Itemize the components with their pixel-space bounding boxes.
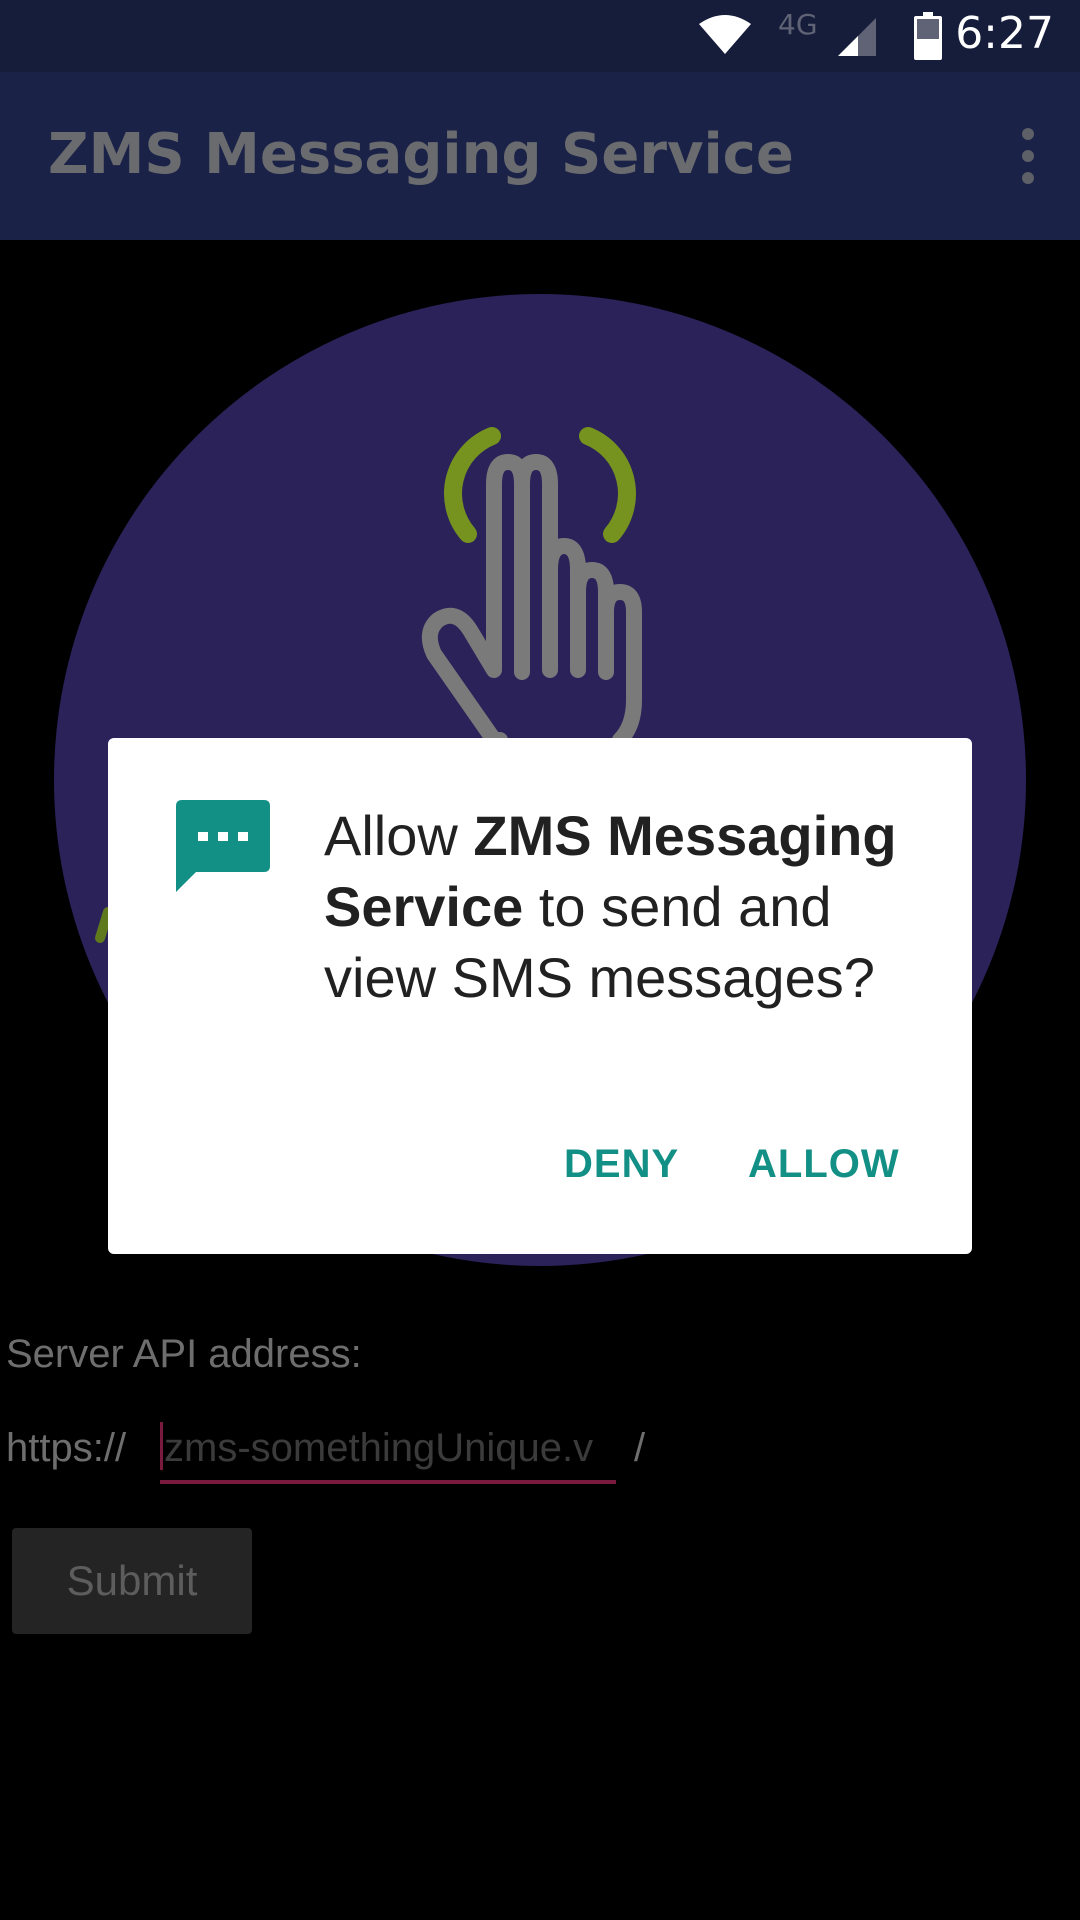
server-api-label: Server API address: (6, 1332, 362, 1376)
app-title: ZMS Messaging Service (48, 122, 794, 187)
app-bar: ZMS Messaging Service (0, 72, 1080, 240)
wifi-icon (699, 15, 751, 54)
sms-icon (176, 800, 270, 892)
deny-button[interactable]: DENY (564, 1142, 679, 1187)
message-prefix: Allow (324, 804, 474, 867)
overflow-menu-icon[interactable] (1000, 124, 1052, 188)
submit-button[interactable]: Submit (12, 1528, 252, 1634)
status-bar: 4G 6:27 (0, 0, 1080, 72)
status-clock: 6:27 (955, 8, 1054, 59)
allow-button[interactable]: ALLOW (748, 1142, 900, 1187)
permission-message: Allow ZMS Messaging Service to send and … (324, 800, 924, 1013)
server-url-input[interactable] (160, 1416, 616, 1484)
battery-icon (914, 12, 942, 60)
permission-dialog: Allow ZMS Messaging Service to send and … (108, 738, 972, 1254)
cell-signal-icon (838, 18, 876, 56)
screen: 4G 6:27 ZMS Messaging Service Server API… (0, 0, 1080, 1920)
url-prefix-label: https:// (6, 1426, 127, 1470)
url-suffix-label: / (634, 1426, 646, 1470)
text-cursor (160, 1422, 163, 1470)
network-type-label: 4G (778, 8, 818, 41)
